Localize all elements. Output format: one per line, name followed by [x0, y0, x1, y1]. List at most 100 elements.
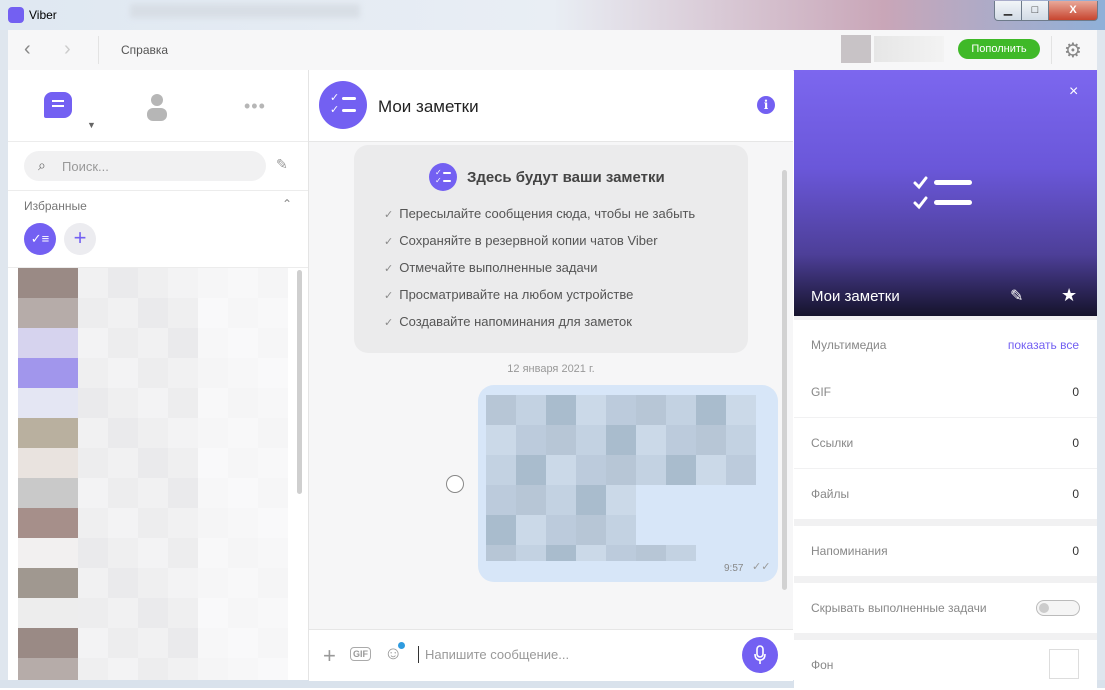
- message-select-radio[interactable]: [446, 475, 464, 493]
- message-pixel: [606, 545, 636, 561]
- chat-list-item[interactable]: [8, 358, 298, 388]
- chat-list-item[interactable]: [8, 268, 298, 298]
- chat-list-item[interactable]: [8, 328, 298, 358]
- more-tab-icon[interactable]: •••: [244, 96, 266, 117]
- message-pixel: [726, 395, 756, 425]
- message-pixel: [486, 545, 516, 561]
- chat-list-item[interactable]: [8, 658, 298, 680]
- search-box[interactable]: ⌕ Поиск...: [24, 151, 266, 181]
- add-favorite-button[interactable]: +: [64, 223, 96, 255]
- message-pixel: [606, 515, 636, 545]
- conversation-title[interactable]: Мои заметки: [378, 97, 479, 117]
- hide-done-toggle[interactable]: [1036, 600, 1080, 616]
- notes-onboarding-card: ✓ ✓ Здесь будут ваши заметки ✓ Пересылайт…: [354, 145, 748, 353]
- message-pixel: [516, 515, 546, 545]
- chat-list-item[interactable]: [8, 568, 298, 598]
- chat-list-item[interactable]: [8, 598, 298, 628]
- maximize-button[interactable]: □: [1021, 1, 1049, 21]
- conversation-scrollbar[interactable]: [782, 170, 787, 590]
- gif-icon[interactable]: GIF: [350, 647, 371, 661]
- message-pixel: [636, 545, 666, 561]
- message-input[interactable]: Напишите сообщение...: [418, 646, 725, 663]
- chat-list-scrollbar[interactable]: [297, 270, 302, 494]
- message-pixel: [486, 455, 516, 485]
- favorite-my-notes-icon[interactable]: ✓≡: [24, 223, 56, 255]
- gear-icon[interactable]: ⚙: [1064, 38, 1082, 63]
- chat-list-item[interactable]: [8, 388, 298, 418]
- chat-list-item[interactable]: [8, 448, 298, 478]
- onboarding-item: ✓ Сохраняйте в резервной копии чатов Vibe…: [384, 233, 658, 248]
- message-pixel: [696, 425, 726, 455]
- message-pixel: [576, 515, 606, 545]
- message-pixel: [606, 485, 636, 515]
- chat-list-item[interactable]: [8, 298, 298, 328]
- chat-info-name: Мои заметки: [811, 288, 900, 305]
- message-pixel: [666, 545, 696, 561]
- nav-divider: [98, 36, 99, 64]
- contacts-tab-icon[interactable]: [146, 92, 168, 129]
- message-pixel: [546, 395, 576, 425]
- message-pixel: [546, 455, 576, 485]
- window-border-left: [0, 30, 8, 680]
- edit-icon[interactable]: ✎: [1010, 286, 1023, 306]
- forward-arrow-icon[interactable]: ›: [64, 38, 71, 61]
- links-row[interactable]: Ссылки 0: [794, 418, 1097, 468]
- show-all-media-link[interactable]: показать все: [1008, 338, 1079, 352]
- message-pixel: [516, 395, 546, 425]
- message-pixel: [606, 395, 636, 425]
- sidebar: ▼ ••• ⌕ Поиск... ✎ Избранные ⌃ ✓≡ +: [8, 70, 309, 680]
- message-pixel: [636, 425, 666, 455]
- chevron-up-icon[interactable]: ⌃: [282, 197, 292, 211]
- chat-info-hero: × Мои заметки ✎ ★: [794, 70, 1097, 316]
- files-label: Файлы: [811, 487, 850, 501]
- page-title[interactable]: Справка: [121, 43, 168, 57]
- message-pixel: [726, 455, 756, 485]
- star-icon[interactable]: ★: [1061, 285, 1077, 306]
- back-arrow-icon[interactable]: ‹: [24, 38, 31, 61]
- window-border-right: [1097, 30, 1105, 680]
- message-bubble-redacted[interactable]: [478, 385, 778, 582]
- minimize-button[interactable]: ▁: [994, 1, 1022, 21]
- account-avatar[interactable]: [841, 35, 871, 63]
- background-swatch[interactable]: [1049, 649, 1079, 679]
- close-icon[interactable]: ×: [1069, 83, 1078, 101]
- chat-list-item[interactable]: [8, 508, 298, 538]
- top-up-button[interactable]: Пополнить: [958, 39, 1040, 59]
- chat-list-item[interactable]: [8, 628, 298, 658]
- message-pixel: [666, 395, 696, 425]
- message-pixel: [486, 485, 516, 515]
- chat-list-item[interactable]: [8, 538, 298, 568]
- info-icon[interactable]: i: [757, 96, 775, 114]
- reminders-row[interactable]: Напоминания 0: [794, 526, 1097, 576]
- onboarding-item: ✓ Создавайте напоминания для заметок: [384, 314, 632, 329]
- gif-row[interactable]: GIF 0: [794, 367, 1097, 417]
- compose-icon[interactable]: ✎: [276, 156, 288, 173]
- microphone-button[interactable]: [742, 637, 778, 673]
- attach-icon[interactable]: +: [323, 643, 336, 669]
- message-pixel: [576, 485, 606, 515]
- reminders-label: Напоминания: [811, 544, 888, 558]
- message-pixel: [576, 545, 606, 561]
- message-pixel: [546, 425, 576, 455]
- message-pixel: [576, 455, 606, 485]
- files-row[interactable]: Файлы 0: [794, 469, 1097, 519]
- chevron-down-icon[interactable]: ▼: [87, 120, 96, 130]
- files-count: 0: [1072, 487, 1079, 501]
- message-pixel: [516, 425, 546, 455]
- divider: [8, 141, 308, 142]
- links-count: 0: [1072, 436, 1079, 450]
- my-notes-avatar-icon[interactable]: ✓ ✓: [319, 81, 367, 129]
- chats-tab-icon[interactable]: [44, 92, 72, 118]
- message-pixel: [696, 455, 726, 485]
- chat-list-item[interactable]: [8, 418, 298, 448]
- close-window-button[interactable]: X: [1048, 1, 1098, 21]
- chat-info-panel: × Мои заметки ✎ ★ Мультимедиа показать в…: [794, 70, 1097, 690]
- search-input[interactable]: Поиск...: [62, 159, 109, 174]
- background-row[interactable]: Фон: [794, 640, 1097, 690]
- gif-label: GIF: [811, 385, 831, 399]
- reminders-count: 0: [1072, 544, 1079, 558]
- chat-list-item[interactable]: [8, 478, 298, 508]
- delivered-check-icon: ✓✓: [752, 561, 771, 573]
- new-stickers-badge: [398, 642, 405, 649]
- message-pixel: [516, 545, 546, 561]
